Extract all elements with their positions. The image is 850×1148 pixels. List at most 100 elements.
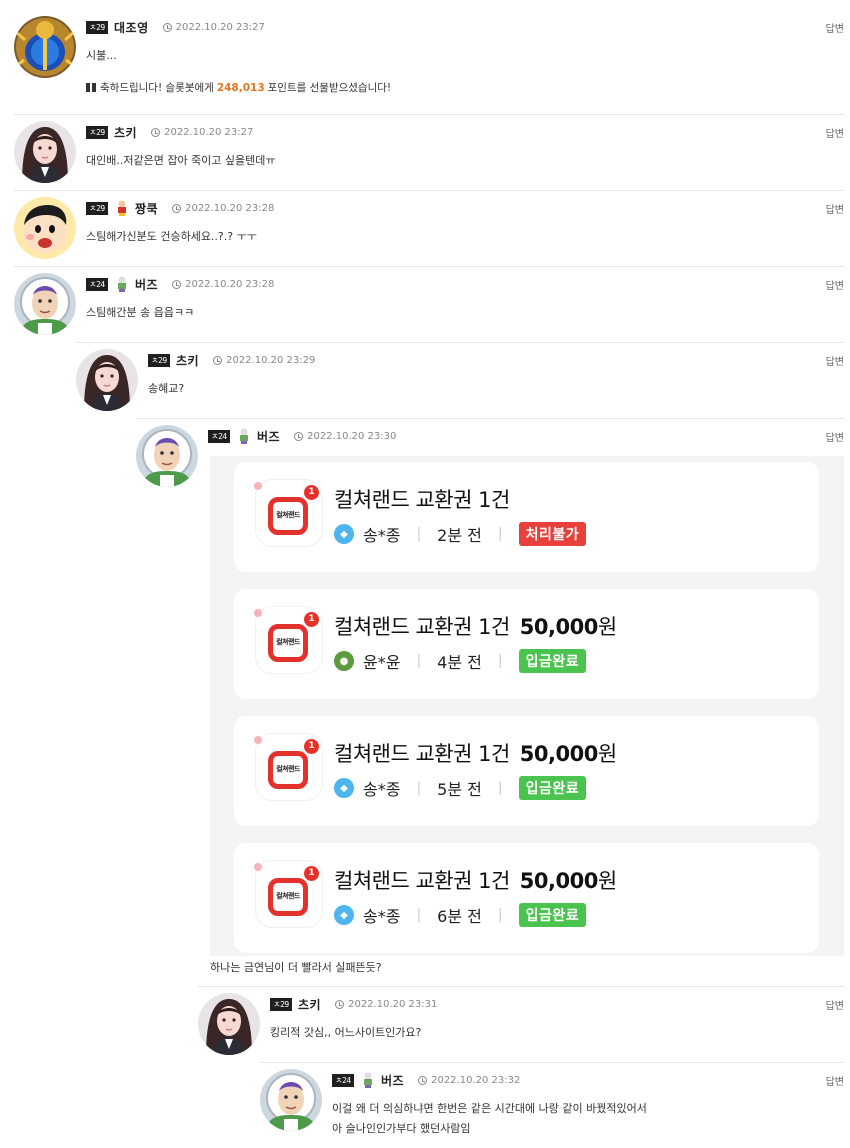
- clock-icon: [162, 22, 172, 32]
- cultureland-app-icon: 컬쳐랜드 1: [254, 861, 322, 927]
- comment-text: 아 슬나인인가부다 했던사람임: [332, 1122, 471, 1135]
- clock-icon: [213, 355, 223, 365]
- nickname[interactable]: 버즈: [381, 1072, 404, 1089]
- reply-comment: ㅊ29 츠키 2022.10.20 23:31 답변 킹리적 갓심,, 어느사이…: [198, 986, 844, 1062]
- level-badge: ㅊ29: [86, 125, 108, 139]
- level-badge: ㅊ24: [208, 429, 230, 443]
- timestamp: 2022.10.20 23:28: [185, 278, 275, 290]
- notification-badge: 1: [304, 485, 319, 500]
- avatar-scarab[interactable]: [14, 16, 76, 78]
- elapsed-time: 4분 전: [437, 653, 482, 672]
- level-badge: ㅊ24: [86, 277, 108, 291]
- comment-text: 이걸 왜 더 의심하냐면 한번은 같은 시간대에 나랑 같이 바꿨적있어서: [332, 1102, 647, 1115]
- avatar-buzz[interactable]: [14, 273, 76, 335]
- notification-badge: 1: [304, 612, 319, 627]
- gift-icon: [86, 80, 96, 92]
- level-badge: ㅊ29: [270, 997, 292, 1011]
- notification-badge: 1: [304, 866, 319, 881]
- notification-badge: 1: [304, 739, 319, 754]
- blue-bank-icon: ◆: [334, 524, 354, 544]
- card-title: 컬쳐랜드 교환권 1건 50,000원: [334, 742, 617, 766]
- avatar-girl[interactable]: [76, 349, 138, 411]
- gift-points: 248,013: [216, 81, 265, 94]
- comment-meta: ㅊ24 버즈 2022.10.20 23:32: [332, 1072, 520, 1088]
- reply-button[interactable]: 답변: [826, 997, 844, 1012]
- clock-icon: [151, 127, 161, 137]
- elapsed-time: 2분 전: [437, 526, 482, 545]
- timestamp: 2022.10.20 23:32: [431, 1074, 521, 1086]
- elapsed-time: 5분 전: [437, 780, 482, 799]
- reply-button[interactable]: 답변: [826, 353, 844, 368]
- nickname[interactable]: 츠키: [176, 352, 199, 369]
- elapsed-time: 6분 전: [437, 907, 482, 926]
- clock-icon: [172, 203, 182, 213]
- reply-button[interactable]: 답변: [826, 20, 844, 35]
- gift-suffix: 포인트를 선물받으셨습니다!: [267, 82, 392, 94]
- character-emblem-icon: [360, 1072, 376, 1088]
- comment-text: 대인배..저같은면 잡아 죽이고 싶을텐데ㅠ: [86, 154, 276, 167]
- nickname[interactable]: 대조영: [114, 19, 149, 36]
- reply-button[interactable]: 답변: [826, 1073, 844, 1088]
- reply-button[interactable]: 답변: [826, 125, 844, 140]
- transaction-card: 컬쳐랜드 1 컬쳐랜드 교환권 1건 50,000원 ◆ 송*종 | 5분 전 |…: [234, 716, 819, 826]
- status-badge: 입금완료: [518, 903, 587, 927]
- timestamp: 2022.10.20 23:30: [307, 430, 397, 442]
- comment: ㅊ29 대조영 2022.10.20 23:27 답변 시불... 축하드립니다…: [14, 10, 844, 114]
- cultureland-app-icon: 컬쳐랜드 1: [254, 480, 322, 546]
- green-bank-icon: ●: [334, 651, 354, 671]
- card-details: ● 윤*윤 | 4분 전 | 입금완료: [334, 649, 587, 673]
- depositor-name: 윤*윤: [363, 653, 401, 672]
- reply-button[interactable]: 답변: [826, 201, 844, 216]
- level-badge: ㅊ29: [86, 20, 108, 34]
- comment: ㅊ29 짱쿡 2022.10.20 23:28 답변 스팀해가신분도 건승하세요…: [14, 190, 844, 266]
- timestamp: 2022.10.20 23:27: [175, 21, 265, 33]
- depositor-name: 송*종: [363, 780, 401, 799]
- depositor-name: 송*종: [363, 907, 401, 926]
- nickname[interactable]: 짱쿡: [135, 200, 158, 217]
- embedded-screenshot[interactable]: 컬쳐랜드 1 컬쳐랜드 교환권 1건 ◆ 송*종 | 2분 전 | 처리불가 컬…: [210, 456, 844, 956]
- card-title: 컬쳐랜드 교환권 1건: [334, 488, 510, 512]
- character-emblem-icon: [114, 200, 130, 216]
- cultureland-app-icon: 컬쳐랜드 1: [254, 734, 322, 800]
- avatar-girl[interactable]: [198, 993, 260, 1055]
- clock-icon: [418, 1075, 428, 1085]
- reply-comment: ㅊ24 버즈 2022.10.20 23:32 답변 이걸 왜 더 의심하냐면 …: [260, 1062, 844, 1148]
- comment-text: 스팀해가신분도 건승하세요..?.? ㅜㅜ: [86, 230, 257, 243]
- avatar-buzz[interactable]: [260, 1069, 322, 1131]
- timestamp: 2022.10.20 23:29: [226, 354, 316, 366]
- status-badge: 입금완료: [518, 649, 587, 673]
- reply-comment: ㅊ29 츠키 2022.10.20 23:29 답변 송혜교?: [76, 342, 844, 418]
- nickname[interactable]: 츠키: [114, 124, 137, 141]
- status-badge: 처리불가: [518, 522, 587, 546]
- comment-text: 시불...: [86, 49, 117, 62]
- comment-text: 하나는 금연님이 더 빨라서 실패뜬듯?: [210, 961, 382, 974]
- timestamp: 2022.10.20 23:28: [185, 202, 275, 214]
- comment-meta: ㅊ24 버즈 2022.10.20 23:28: [86, 276, 274, 292]
- reply-button[interactable]: 답변: [826, 277, 844, 292]
- clock-icon: [335, 999, 345, 1009]
- comment-meta: ㅊ29 대조영 2022.10.20 23:27: [86, 19, 265, 35]
- card-details: ◆ 송*종 | 2분 전 | 처리불가: [334, 522, 587, 546]
- comment-text: 송혜교?: [148, 382, 185, 395]
- reply-button[interactable]: 답변: [826, 429, 844, 444]
- transaction-card: 컬쳐랜드 1 컬쳐랜드 교환권 1건 50,000원 ◆ 송*종 | 6분 전 |…: [234, 843, 819, 953]
- level-badge: ㅊ24: [332, 1073, 354, 1087]
- clock-icon: [294, 431, 304, 441]
- avatar-buzz[interactable]: [136, 425, 198, 487]
- blue-bank-icon: ◆: [334, 778, 354, 798]
- gift-prefix: 축하드립니다! 슬롯봇에게: [100, 82, 214, 94]
- level-badge: ㅊ29: [148, 353, 170, 367]
- nickname[interactable]: 츠키: [298, 996, 321, 1013]
- comment-meta: ㅊ24 버즈 2022.10.20 23:30: [208, 428, 396, 444]
- comment: ㅊ24 버즈 2022.10.20 23:28 답변 스팀해간분 송 읍읍ㅋㅋ: [14, 266, 844, 342]
- nickname[interactable]: 버즈: [135, 276, 158, 293]
- comment-text: 스팀해간분 송 읍읍ㅋㅋ: [86, 306, 195, 319]
- nickname[interactable]: 버즈: [257, 428, 280, 445]
- status-badge: 입금완료: [518, 776, 587, 800]
- card-details: ◆ 송*종 | 5분 전 | 입금완료: [334, 776, 587, 800]
- level-badge: ㅊ29: [86, 201, 108, 215]
- cultureland-app-icon: 컬쳐랜드 1: [254, 607, 322, 673]
- transaction-card: 컬쳐랜드 1 컬쳐랜드 교환권 1건 ◆ 송*종 | 2분 전 | 처리불가: [234, 462, 819, 572]
- avatar-shin[interactable]: [14, 197, 76, 259]
- avatar-girl[interactable]: [14, 121, 76, 183]
